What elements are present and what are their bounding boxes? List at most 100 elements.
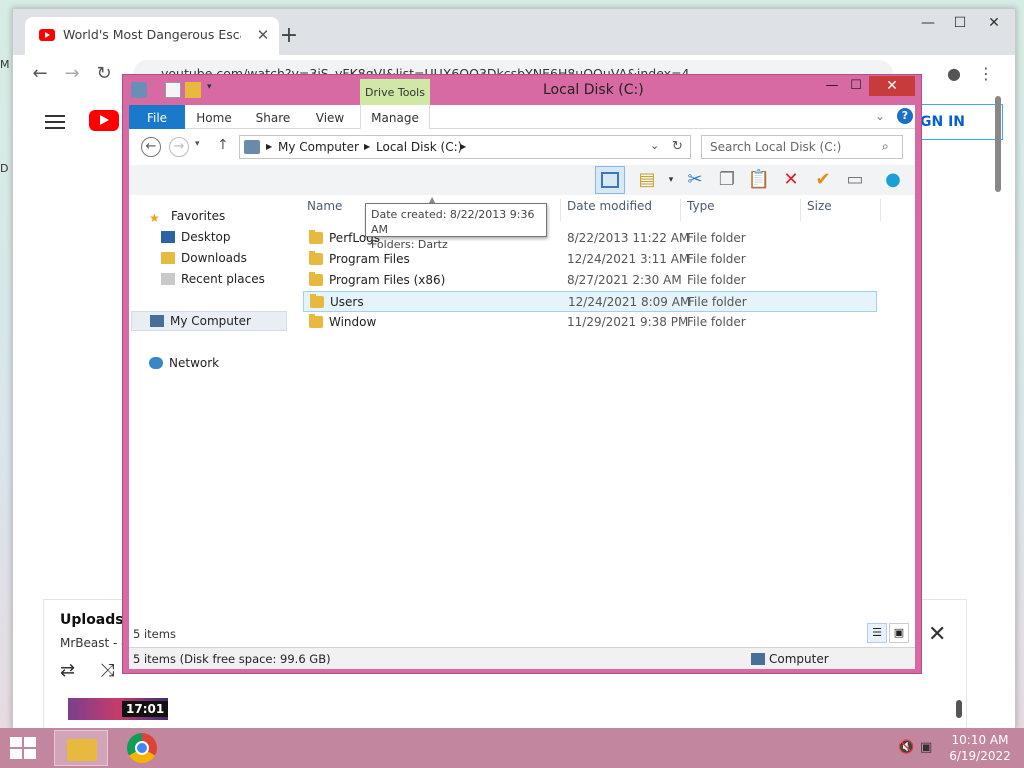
network-tray-icon[interactable]: ▣ [920, 740, 932, 755]
desktop-icon [161, 231, 175, 243]
breadcrumb-separator-icon[interactable]: ▶ [266, 142, 272, 151]
forward-arrow-icon[interactable]: → [61, 63, 83, 85]
tab-strip: World's Most Dangerous Escape ✕ + — ☐ ✕ [13, 9, 1015, 55]
start-button[interactable] [10, 737, 38, 759]
new-folder-icon[interactable] [185, 82, 201, 98]
playlist-owner: MrBeast - 4 [60, 636, 129, 650]
browser-maximize-button[interactable]: ☐ [945, 13, 975, 33]
column-header-size[interactable]: Size [803, 199, 881, 221]
search-box[interactable]: Search Local Disk (C:) ⌕ [701, 135, 903, 159]
copy-icon[interactable]: ❐ [715, 168, 739, 192]
preview-pane-icon[interactable] [595, 166, 625, 194]
paste-icon[interactable]: 📋 [747, 168, 771, 192]
status-bar: 5 items (Disk free space: 99.6 GB) Compu… [129, 647, 915, 669]
playlist-close-icon[interactable]: ✕ [928, 622, 946, 647]
back-arrow-icon[interactable]: ← [29, 63, 51, 85]
breadcrumb-separator-icon[interactable]: ▶ [364, 142, 370, 151]
tab-title: World's Most Dangerous Escape [63, 27, 241, 42]
tab-manage[interactable]: Manage [360, 105, 430, 129]
forward-icon[interactable]: → [169, 137, 189, 157]
globe-icon[interactable]: ● [881, 168, 905, 192]
nav-recent-places[interactable]: Recent places [161, 272, 265, 292]
file-date: 12/24/2021 8:09 AM [568, 295, 691, 309]
breadcrumb-separator-icon[interactable]: ▶ [460, 142, 466, 151]
cut-icon[interactable]: ✂ [683, 168, 707, 192]
page-scrollbar-thumb[interactable] [995, 96, 1001, 192]
windows-logo-icon [10, 749, 22, 759]
tab-home[interactable]: Home [189, 105, 239, 129]
file-name: Window [329, 315, 377, 329]
nav-desktop[interactable]: Desktop [161, 230, 231, 250]
video-thumbnail[interactable]: 17:01 [68, 698, 169, 720]
delete-icon[interactable]: ✕ [779, 168, 803, 192]
checkmark-icon[interactable]: ✔ [811, 168, 835, 192]
column-header-type[interactable]: Type [683, 199, 801, 221]
recent-locations-icon[interactable]: ▾ [195, 139, 200, 149]
tab-share[interactable]: Share [247, 105, 299, 129]
clock-time: 10:10 AM [951, 733, 1009, 747]
sign-in-button[interactable]: GN IN [911, 104, 1003, 140]
hamburger-menu-icon[interactable] [45, 115, 65, 129]
loop-icon[interactable]: ⇄ [60, 660, 75, 681]
open-dropdown-icon[interactable]: ▾ [659, 168, 683, 192]
video-duration: 17:01 [122, 701, 169, 717]
nav-my-computer-label: My Computer [170, 314, 251, 328]
breadcrumb-my-computer[interactable]: My Computer [278, 140, 359, 154]
back-icon[interactable]: ← [141, 137, 161, 157]
windows-logo-icon [10, 737, 22, 747]
address-dropdown-icon[interactable]: ⌄ [650, 139, 659, 152]
tab-close-icon[interactable]: ✕ [253, 25, 273, 45]
address-box[interactable]: ▶ My Computer ▶ Local Disk (C:) ▶ ⌄ ↻ [239, 135, 691, 159]
tab-file[interactable]: File [129, 105, 185, 129]
browser-tab[interactable]: World's Most Dangerous Escape ✕ [25, 17, 279, 55]
file-row[interactable]: Program Files (x86) 8/27/2021 2:30 AM Fi… [303, 270, 877, 291]
refresh-icon[interactable]: ↻ [672, 139, 683, 154]
nav-network[interactable]: Network [149, 356, 219, 376]
folder-icon [310, 294, 324, 308]
reload-icon[interactable]: ↻ [93, 63, 115, 85]
taskbar-file-explorer[interactable] [54, 730, 108, 766]
nav-downloads[interactable]: Downloads [161, 251, 247, 271]
up-arrow-icon[interactable]: ↑ [217, 137, 229, 153]
new-tab-button[interactable]: + [277, 25, 301, 49]
browser-minimize-button[interactable]: — [913, 13, 943, 33]
taskbar-clock[interactable]: 10:10 AM 6/19/2022 [940, 732, 1020, 764]
file-date: 8/27/2021 2:30 AM [567, 273, 682, 287]
tab-view[interactable]: View [305, 105, 355, 129]
taskbar-chrome[interactable] [116, 730, 170, 766]
customize-toolbar-icon[interactable]: ▾ [207, 82, 223, 98]
youtube-favicon-icon [39, 29, 55, 41]
downloads-folder-icon [161, 252, 175, 264]
file-row-selected[interactable]: Users 12/24/2021 8:09 AM File folder [303, 291, 877, 312]
browser-close-button[interactable]: ✕ [979, 13, 1009, 33]
minimize-button[interactable]: — [819, 77, 845, 95]
file-row[interactable]: Program Files 12/24/2021 3:11 AM File fo… [303, 249, 877, 270]
youtube-logo-icon[interactable] [89, 110, 119, 131]
column-header-date[interactable]: Date modified [563, 199, 681, 221]
file-row[interactable]: Window 11/29/2021 9:38 PM File folder [303, 312, 877, 333]
open-folder-icon[interactable]: ▤ [635, 168, 659, 192]
details-view-icon[interactable]: ☰ [867, 623, 887, 643]
nav-my-computer[interactable]: My Computer [131, 311, 287, 331]
profile-icon[interactable]: ● [943, 63, 965, 85]
chrome-menu-icon[interactable]: ⋮ [975, 63, 997, 85]
star-icon: ★ [149, 211, 160, 225]
shuffle-icon[interactable]: ⤨ [100, 660, 114, 681]
column-name-label: Name [307, 199, 343, 213]
nav-favorites[interactable]: ★ Favorites [149, 209, 225, 229]
help-icon[interactable]: ? [897, 108, 913, 124]
playlist-scrollbar-thumb[interactable] [956, 700, 962, 718]
expand-ribbon-icon[interactable]: ⌄ [875, 109, 885, 123]
file-explorer-icon [67, 739, 97, 761]
rename-icon[interactable]: ▭ [843, 168, 867, 192]
properties-icon[interactable] [165, 82, 181, 98]
large-icons-view-icon[interactable]: ▣ [889, 623, 909, 643]
close-button[interactable]: ✕ [869, 76, 915, 96]
breadcrumb-local-disk[interactable]: Local Disk (C:) [376, 140, 462, 154]
volume-muted-icon[interactable]: 🔇 [898, 740, 914, 755]
command-bar: ▤ ▾ ✂ ❐ 📋 ✕ ✔ ▭ ● [129, 165, 915, 195]
maximize-button[interactable]: ☐ [843, 77, 869, 95]
explorer-titlebar[interactable]: ▾ Drive Tools Local Disk (C:) — ☐ ✕ [123, 75, 921, 105]
folder-icon [309, 314, 323, 328]
search-icon[interactable]: ⌕ [882, 139, 889, 154]
